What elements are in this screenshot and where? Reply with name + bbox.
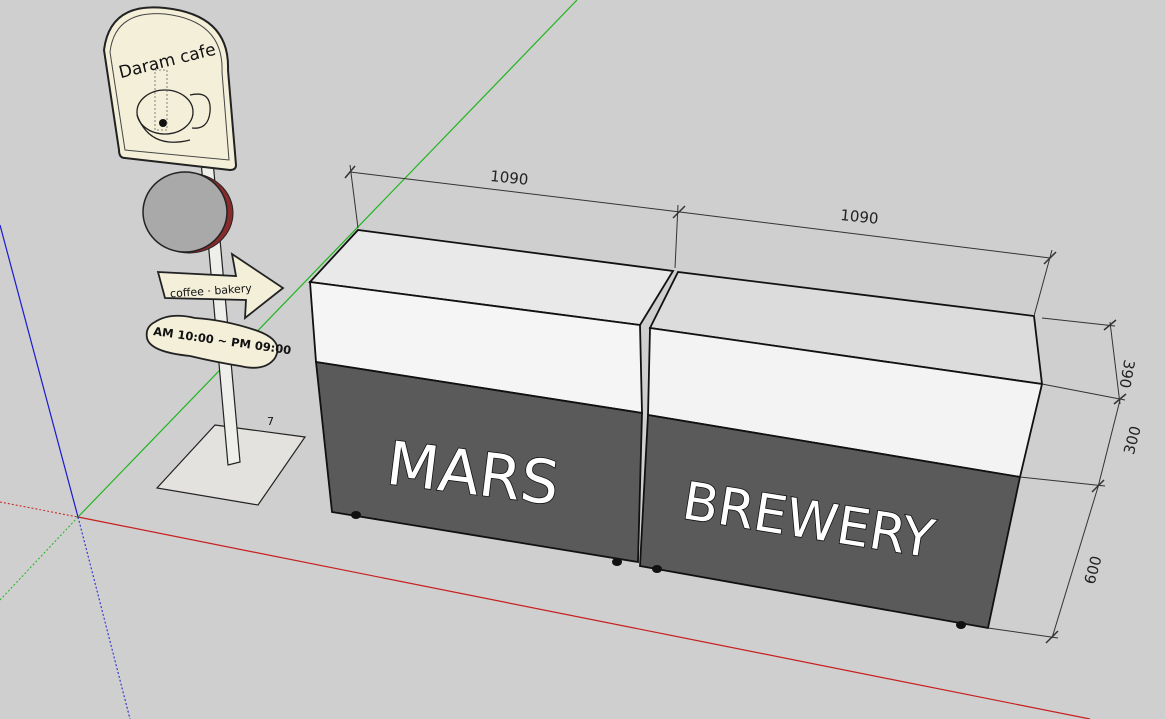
caster <box>612 558 622 566</box>
cafe-sign-board <box>102 6 238 172</box>
dimension-bottom-height-label: 600 <box>1081 554 1106 586</box>
dimension-width-right-label: 1090 <box>839 206 879 228</box>
round-sign <box>142 171 228 253</box>
caster <box>652 565 662 573</box>
dimension-width-left-label: 1090 <box>489 167 529 189</box>
blue-axis-negative <box>77 516 131 719</box>
dimension-depth-label: 390 <box>1116 358 1139 389</box>
dimension-top-height-label: 300 <box>1120 424 1145 456</box>
small-mark: 7 <box>267 415 274 428</box>
red-axis-negative <box>0 501 79 518</box>
caster <box>956 621 966 629</box>
counter-left[interactable]: MARS <box>308 229 675 566</box>
green-axis-negative <box>0 516 79 601</box>
dimension-depth[interactable] <box>1041 317 1127 405</box>
signpost[interactable]: 7 Daram cafe coffee · bakery AM 10:00 ~ … <box>102 6 307 506</box>
model-canvas[interactable]: 7 Daram cafe coffee · bakery AM 10:00 ~ … <box>0 0 1165 719</box>
sketchup-viewport[interactable]: 7 Daram cafe coffee · bakery AM 10:00 ~ … <box>0 0 1165 719</box>
caster <box>351 511 361 519</box>
counter-right[interactable]: BREWERY <box>639 271 1044 630</box>
blue-axis <box>0 224 79 518</box>
